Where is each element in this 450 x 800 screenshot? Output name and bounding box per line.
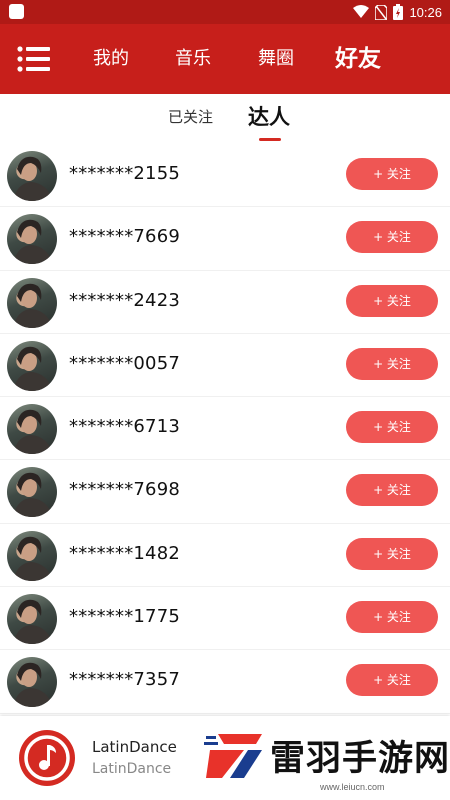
status-bar: 10:26 xyxy=(0,0,450,24)
sub-tabs: 已关注 达人 xyxy=(0,94,450,144)
music-note-icon[interactable] xyxy=(18,729,76,787)
avatar[interactable] xyxy=(7,467,57,518)
avatar[interactable] xyxy=(7,151,57,201)
list-item[interactable]: *******6713 + 关注 xyxy=(0,397,450,461)
list-item[interactable]: *******7669 + 关注 xyxy=(0,207,450,271)
tab-mine[interactable]: 我的 xyxy=(93,24,129,94)
follow-button[interactable]: + 关注 xyxy=(346,411,438,444)
user-name: *******6713 xyxy=(69,416,181,438)
watermark-text: 雷羽手游网 xyxy=(270,739,450,779)
app-notification-icon xyxy=(9,4,24,19)
follow-button[interactable]: + 关注 xyxy=(346,158,438,190)
user-name: *******0057 xyxy=(69,352,181,374)
user-list: *******2155 + 关注 *******7669 + 关注 ******… xyxy=(0,144,450,716)
status-icons: 10:26 xyxy=(353,0,442,24)
list-item[interactable]: *******7698 + 关注 xyxy=(0,460,450,524)
avatar[interactable] xyxy=(7,530,57,581)
list-item[interactable]: *******1775 + 关注 xyxy=(0,587,450,651)
player-song-artist: LatinDance xyxy=(92,761,172,777)
list-item[interactable]: *******7357 + 关注 xyxy=(0,650,450,714)
watermark-logo-icon xyxy=(204,734,262,778)
battery-charging-icon xyxy=(393,4,404,20)
list-item[interactable]: *******2155 + 关注 xyxy=(0,144,450,208)
follow-button[interactable]: + 关注 xyxy=(346,664,438,697)
follow-button[interactable]: + 关注 xyxy=(346,284,438,317)
sub-tab-following[interactable]: 已关注 xyxy=(168,106,213,127)
follow-button[interactable]: + 关注 xyxy=(346,347,438,380)
user-name: *******1775 xyxy=(69,606,181,628)
sub-tab-experts[interactable]: 达人 xyxy=(248,101,290,131)
watermark-url: www.leiucn.com xyxy=(320,782,385,792)
list-item[interactable]: *******1482 + 关注 xyxy=(0,523,450,588)
follow-button[interactable]: + 关注 xyxy=(346,601,438,634)
follow-button[interactable]: + 关注 xyxy=(346,537,438,570)
avatar[interactable] xyxy=(7,214,57,265)
user-name: *******2155 xyxy=(69,163,181,184)
avatar[interactable] xyxy=(7,657,57,708)
active-tab-indicator xyxy=(259,138,281,141)
user-name: *******2423 xyxy=(69,289,181,311)
no-sim-icon xyxy=(375,4,388,20)
user-name: *******7357 xyxy=(69,669,181,691)
follow-button[interactable]: + 关注 xyxy=(346,221,438,254)
avatar[interactable] xyxy=(7,277,57,328)
tab-music[interactable]: 音乐 xyxy=(175,24,211,94)
avatar[interactable] xyxy=(7,594,57,645)
watermark: 雷羽手游网 www.leiucn.com xyxy=(200,720,450,800)
top-nav: 我的 音乐 舞圈 好友 xyxy=(0,24,450,94)
avatar[interactable] xyxy=(7,340,57,391)
player-song-title: LatinDance xyxy=(92,738,177,756)
tab-friends[interactable]: 好友 xyxy=(335,24,381,94)
user-name: *******1482 xyxy=(69,542,181,564)
status-time: 10:26 xyxy=(409,4,442,20)
user-name: *******7669 xyxy=(69,226,181,248)
follow-button[interactable]: + 关注 xyxy=(346,474,438,507)
list-item[interactable]: *******2423 + 关注 xyxy=(0,270,450,334)
wifi-icon xyxy=(353,5,370,18)
tab-dance-circle[interactable]: 舞圈 xyxy=(258,24,294,94)
user-name: *******7698 xyxy=(69,479,181,501)
avatar[interactable] xyxy=(7,404,57,455)
menu-icon[interactable] xyxy=(16,44,52,74)
list-item[interactable]: *******0057 + 关注 xyxy=(0,333,450,398)
